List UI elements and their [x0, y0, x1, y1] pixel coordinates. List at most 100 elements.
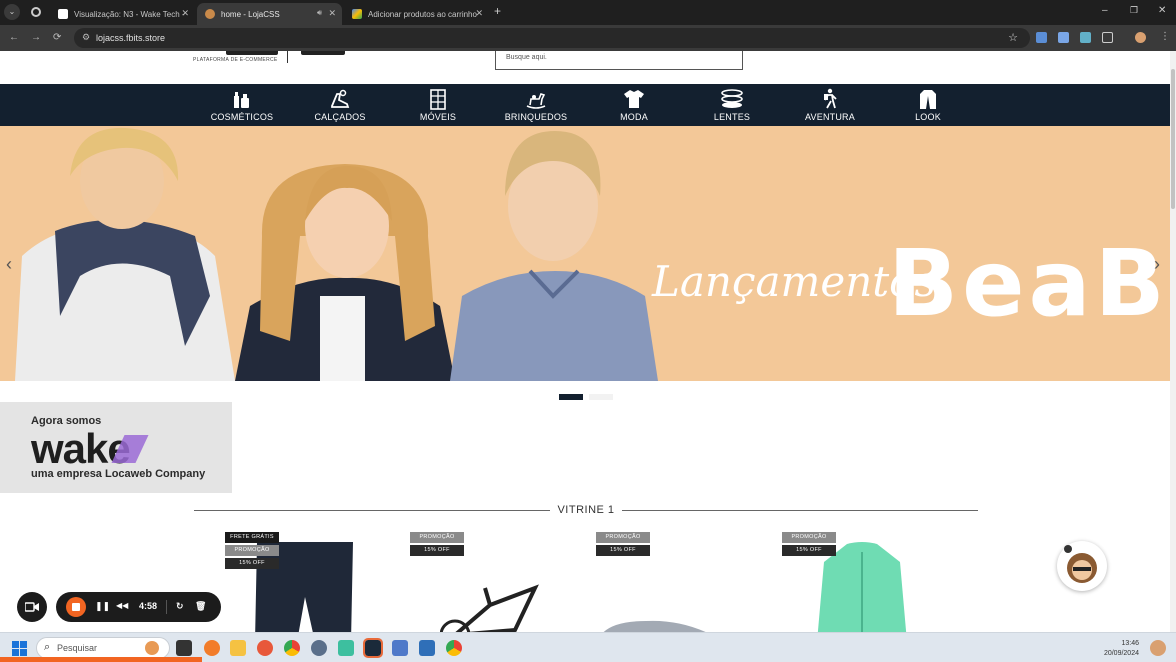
- category-calcados[interactable]: CALÇADOS: [295, 84, 385, 126]
- extension-icon[interactable]: [1080, 32, 1091, 43]
- category-moveis[interactable]: MÓVEIS: [393, 84, 483, 126]
- address-url: lojacss.fbits.store: [96, 33, 166, 43]
- extensions-puzzle-icon[interactable]: [1102, 32, 1113, 43]
- search-placeholder: Busque aqui.: [506, 54, 547, 61]
- divider-line: [622, 510, 978, 511]
- tab-wake-tech[interactable]: Visualização: N3 - Wake Tech - ✕: [50, 3, 195, 25]
- system-clock[interactable]: 13:46 20/09/2024: [1093, 639, 1139, 659]
- minimize-button[interactable]: –: [1102, 5, 1108, 16]
- recording-progress-bar: [0, 657, 202, 662]
- slack-icon[interactable]: [338, 640, 354, 656]
- category-brinquedos[interactable]: BRINQUEDOS: [491, 84, 581, 126]
- restart-icon[interactable]: ↻: [176, 601, 184, 612]
- reload-icon[interactable]: ⟳: [53, 32, 61, 43]
- app-icon[interactable]: [204, 640, 220, 656]
- product-card[interactable]: PROMOÇÃO 15% OFF: [782, 530, 932, 632]
- shoe-icon: [295, 88, 385, 110]
- search-input[interactable]: Busque aqui.: [495, 51, 743, 70]
- drive-favicon-icon: [352, 9, 362, 19]
- new-tab-button[interactable]: +: [494, 4, 501, 18]
- chatbot-button[interactable]: [1057, 541, 1107, 591]
- carousel-prev-icon[interactable]: ‹: [6, 254, 12, 275]
- maximize-button[interactable]: ❐: [1130, 5, 1138, 16]
- recording-timer: 4:58: [139, 601, 158, 611]
- carousel-dot[interactable]: [589, 394, 613, 400]
- carousel-next-icon[interactable]: ›: [1154, 254, 1160, 275]
- badge-discount: 15% OFF: [782, 545, 836, 556]
- category-aventura[interactable]: AVENTURA: [785, 84, 875, 126]
- address-bar[interactable]: ⚙ lojacss.fbits.store ☆: [74, 28, 1030, 48]
- close-tab-icon[interactable]: ✕: [181, 8, 189, 19]
- record-indicator-icon: [31, 7, 41, 17]
- lenses-icon: [687, 88, 777, 110]
- recorder-app-icon[interactable]: [363, 638, 383, 658]
- camera-icon: [25, 602, 39, 612]
- file-explorer-icon[interactable]: [230, 640, 246, 656]
- forward-arrow-icon[interactable]: →: [31, 32, 41, 43]
- badge-promocao: PROMOÇÃO: [225, 545, 279, 556]
- badge-discount: 15% OFF: [225, 558, 279, 569]
- settings-gear-icon[interactable]: [311, 640, 327, 656]
- page-scrollbar[interactable]: [1170, 51, 1176, 632]
- profile-avatar-icon[interactable]: [1135, 32, 1146, 43]
- wake-banner[interactable]: Agora somos wake uma empresa Locaweb Com…: [0, 402, 232, 493]
- shirt-icon: [589, 88, 679, 110]
- category-lentes[interactable]: LENTES: [687, 84, 777, 126]
- category-moda[interactable]: MODA: [589, 84, 679, 126]
- wake-line3: uma empresa Locaweb Company: [31, 468, 206, 480]
- speaker-icon[interactable]: 🔊︎: [317, 8, 322, 18]
- scrollbar-thumb[interactable]: [1171, 69, 1175, 209]
- windows-start-icon[interactable]: [12, 641, 27, 656]
- tab-list-icon[interactable]: ⌄: [4, 4, 20, 20]
- category-look[interactable]: LOOK: [883, 84, 973, 126]
- chrome-profile-icon[interactable]: [446, 640, 462, 656]
- extension-icon[interactable]: [1036, 32, 1047, 43]
- badge-frete-gratis: FRETE GRÁTIS: [225, 532, 279, 543]
- tab-adicionar-produtos[interactable]: Adicionar produtos ao carrinho ✕: [344, 3, 489, 25]
- tab-home-lojacss[interactable]: home - LojaCSS 🔊︎ ✕: [197, 3, 342, 25]
- badge-promocao: PROMOÇÃO: [410, 532, 464, 543]
- site-info-icon[interactable]: ⚙: [82, 32, 90, 43]
- hiker-icon: [785, 88, 875, 110]
- clock-time: 13:46: [1121, 640, 1139, 647]
- badge-promocao: PROMOÇÃO: [782, 532, 836, 543]
- stop-recording-button[interactable]: [66, 597, 86, 617]
- close-tab-icon[interactable]: ✕: [328, 8, 336, 19]
- product-card[interactable]: PROMOÇÃO 15% OFF: [410, 530, 560, 632]
- category-cosmeticos[interactable]: COSMÉTICOS: [197, 84, 287, 126]
- page-content: PLATAFORMA DE E-COMMERCE Busque aqui. CO…: [0, 51, 1176, 632]
- carousel-dot-active[interactable]: [559, 394, 583, 400]
- bookmark-star-icon[interactable]: ☆: [1008, 31, 1018, 44]
- cosmetics-icon: [197, 88, 287, 110]
- document-app-icon[interactable]: [419, 640, 435, 656]
- user-avatar-icon[interactable]: [1150, 640, 1166, 656]
- pause-icon[interactable]: ❚❚: [95, 601, 110, 612]
- store-logo[interactable]: PLATAFORMA DE E-COMMERCE: [193, 51, 353, 81]
- browser-tab-bar: ⌄ Visualização: N3 - Wake Tech - ✕ home …: [0, 0, 1176, 25]
- camera-toggle-button[interactable]: [17, 592, 47, 622]
- furniture-icon: [393, 88, 483, 110]
- taskbar-search-input[interactable]: ⌕ Pesquisar: [36, 637, 170, 659]
- product-image: [440, 584, 539, 632]
- task-view-icon[interactable]: [176, 640, 192, 656]
- logo-text-fragment: [301, 51, 345, 55]
- app-icon[interactable]: [392, 640, 408, 656]
- browser-toolbar: ← → ⟳ ⚙ lojacss.fbits.store ☆ ⋮: [0, 25, 1176, 51]
- brave-browser-icon[interactable]: [257, 640, 273, 656]
- logo-text-fragment: [226, 51, 278, 55]
- product-card[interactable]: PROMOÇÃO 15% OFF: [596, 530, 746, 632]
- chrome-icon[interactable]: [284, 640, 300, 656]
- clock-date: 20/09/2024: [1103, 650, 1139, 657]
- hero-carousel[interactable]: Lançamentos BeaB ‹ ›: [0, 126, 1170, 381]
- rewind-icon[interactable]: ◀◀: [116, 601, 128, 610]
- close-window-button[interactable]: ✕: [1158, 5, 1166, 16]
- back-arrow-icon[interactable]: ←: [9, 32, 19, 43]
- vitrine-title: VITRINE 1: [557, 504, 615, 516]
- close-tab-icon[interactable]: ✕: [475, 8, 483, 19]
- divider: [166, 600, 167, 614]
- lojacss-favicon-icon: [205, 9, 215, 19]
- menu-kebab-icon[interactable]: ⋮: [1160, 31, 1170, 42]
- trash-icon[interactable]: 🗑︎: [195, 601, 206, 612]
- product-card[interactable]: FRETE GRÁTIS PROMOÇÃO 15% OFF: [225, 530, 375, 632]
- extension-icon[interactable]: [1058, 32, 1069, 43]
